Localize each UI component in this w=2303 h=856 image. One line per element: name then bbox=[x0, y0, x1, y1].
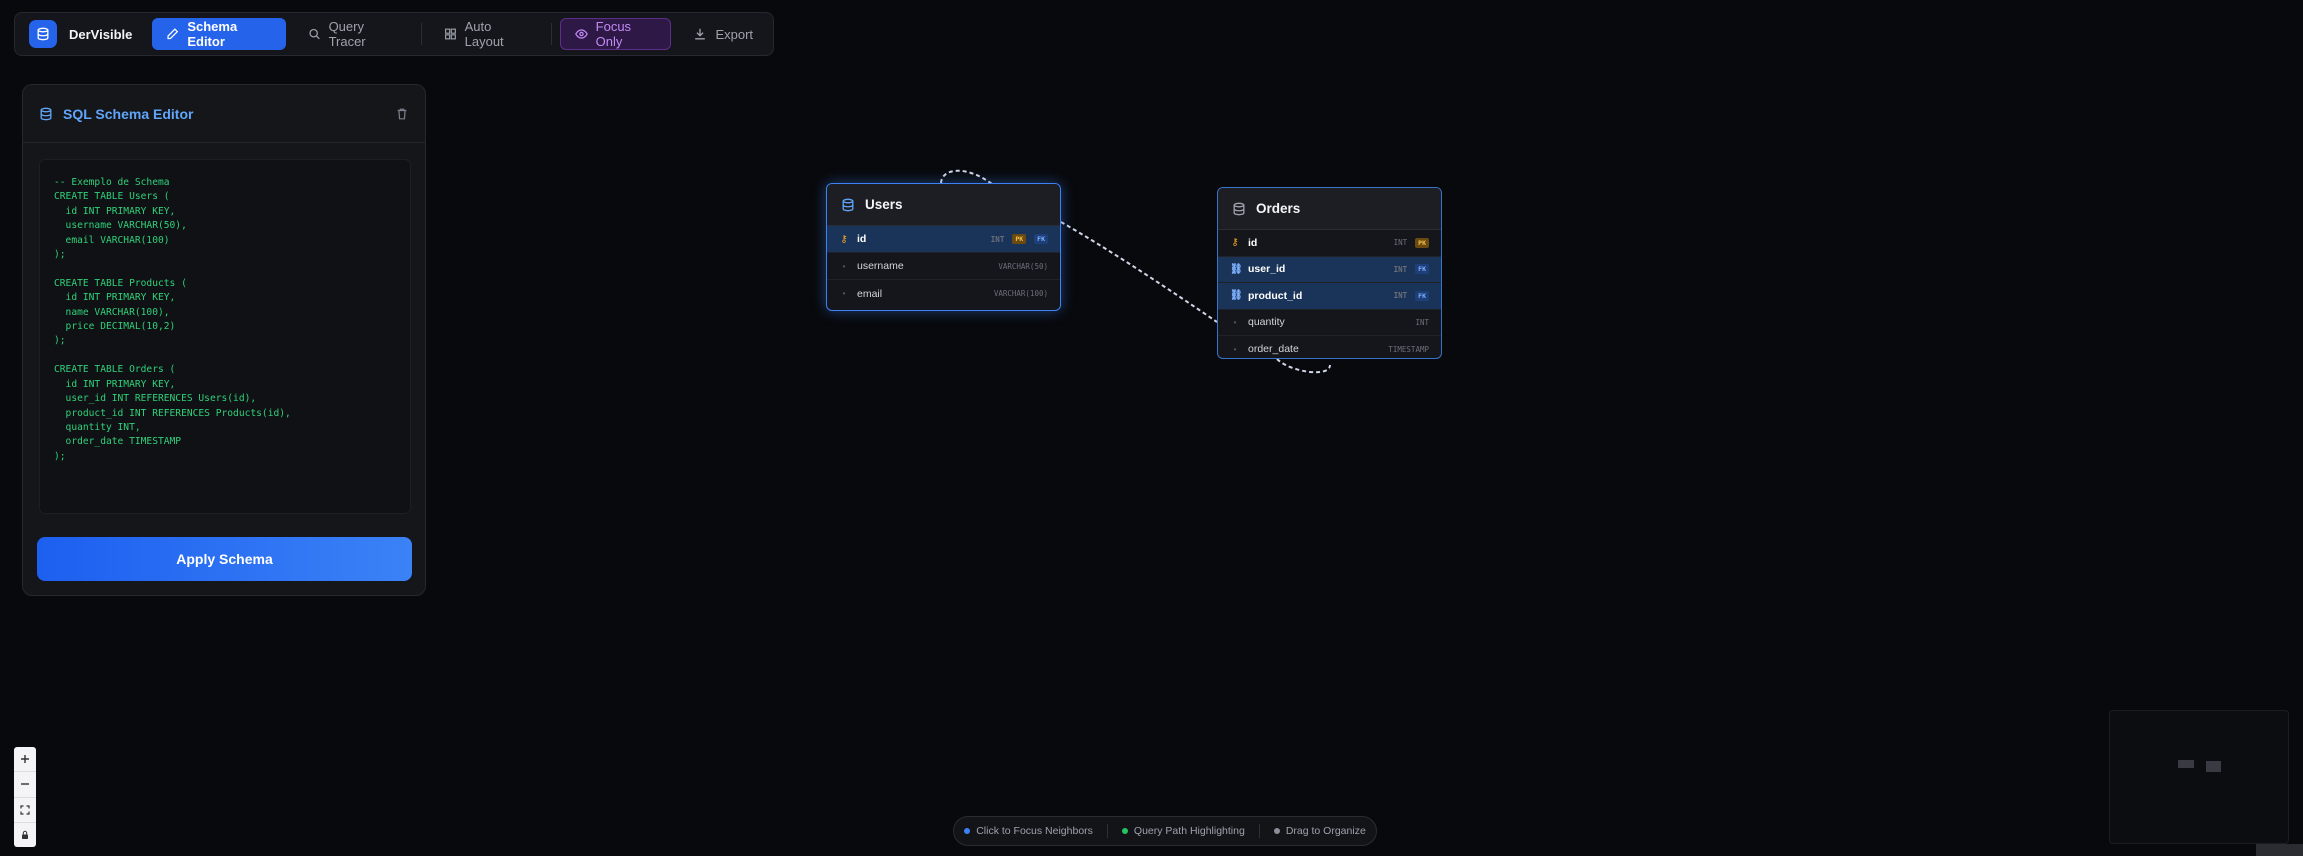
legend-item-drag: Drag to Organize bbox=[1273, 825, 1366, 837]
column-name: quantity bbox=[1248, 316, 1285, 329]
green-dot-icon bbox=[1121, 828, 1128, 834]
table-header: Orders bbox=[1218, 188, 1441, 230]
column-dot-icon: • bbox=[842, 261, 846, 271]
legend-label: Query Path Highlighting bbox=[1133, 825, 1245, 837]
column-name: user_id bbox=[1248, 263, 1286, 276]
link-icon: ⛓ bbox=[1230, 290, 1243, 302]
zoom-controls bbox=[14, 747, 36, 847]
column-dot-icon: • bbox=[1233, 317, 1237, 327]
column-row[interactable]: • email VARCHAR(100) bbox=[827, 280, 1060, 307]
minimap-node-users bbox=[2178, 760, 2194, 768]
zoom-in-button[interactable] bbox=[14, 747, 36, 773]
column-type: INT bbox=[1393, 238, 1408, 248]
plus-icon bbox=[21, 755, 29, 764]
lock-button[interactable] bbox=[14, 823, 36, 847]
database-icon bbox=[1233, 202, 1245, 215]
minimap[interactable] bbox=[2109, 710, 2289, 844]
legend-label: Drag to Organize bbox=[1285, 825, 1366, 837]
legend-item-query: Query Path Highlighting bbox=[1121, 825, 1245, 837]
table-node-orders[interactable]: Orders ⚷ id INT PK ⛓ user_id INT FK ⛓ pr… bbox=[1217, 187, 1442, 359]
link-icon: ⛓ bbox=[1230, 263, 1243, 275]
column-row[interactable]: ⚷ id INT PK bbox=[1218, 230, 1441, 257]
column-type: VARCHAR(100) bbox=[993, 289, 1048, 298]
column-row[interactable]: • quantity INT bbox=[1218, 310, 1441, 336]
fk-badge: FK bbox=[1034, 234, 1048, 244]
table-node-users[interactable]: Users ⚷ id INT PK FK • username VARCHAR(… bbox=[826, 183, 1061, 311]
attribution-corner bbox=[2256, 844, 2303, 856]
column-row[interactable]: ⛓ product_id INT FK bbox=[1218, 283, 1441, 310]
edge-orders-loop bbox=[1276, 358, 1331, 374]
column-dot-icon: • bbox=[1233, 344, 1237, 354]
edge-users-orders bbox=[1060, 221, 1218, 323]
column-type: TIMESTAMP bbox=[1388, 344, 1429, 354]
pk-badge: PK bbox=[1012, 234, 1027, 244]
column-type: INT bbox=[990, 234, 1005, 244]
minimap-node-orders bbox=[2206, 761, 2221, 772]
column-dot-icon: • bbox=[842, 289, 846, 298]
blue-dot-icon bbox=[964, 828, 971, 834]
gray-dot-icon bbox=[1273, 828, 1280, 834]
column-type: INT bbox=[1393, 291, 1408, 301]
relationship-edges bbox=[940, 169, 1331, 374]
pk-badge: PK bbox=[1415, 237, 1429, 248]
column-name: id bbox=[857, 233, 867, 245]
table-title: Users bbox=[865, 197, 903, 212]
column-row[interactable]: ⚷ id INT PK FK bbox=[827, 226, 1060, 253]
column-type: INT bbox=[1393, 264, 1408, 274]
key-icon: ⚷ bbox=[840, 233, 848, 245]
column-name: order_date bbox=[1248, 343, 1299, 356]
zoom-out-button[interactable] bbox=[14, 772, 36, 798]
legend-bar: Click to Focus Neighbors Query Path High… bbox=[953, 816, 1377, 846]
edge-users-self bbox=[940, 169, 993, 185]
legend-label: Click to Focus Neighbors bbox=[976, 825, 1093, 837]
column-name: email bbox=[857, 287, 883, 300]
lock-icon bbox=[22, 830, 28, 839]
column-row[interactable]: • order_date TIMESTAMP bbox=[1218, 336, 1441, 358]
column-row[interactable]: • username VARCHAR(50) bbox=[827, 253, 1060, 280]
table-header: Users bbox=[827, 184, 1060, 226]
fk-badge: FK bbox=[1415, 264, 1429, 275]
column-name: product_id bbox=[1248, 289, 1303, 302]
column-type: VARCHAR(50) bbox=[998, 261, 1048, 271]
database-icon bbox=[842, 198, 854, 211]
key-icon: ⚷ bbox=[1231, 237, 1239, 249]
minus-icon bbox=[21, 783, 29, 786]
fit-view-icon bbox=[20, 805, 30, 815]
column-name: username bbox=[857, 260, 904, 272]
column-name: id bbox=[1248, 236, 1258, 249]
legend-divider bbox=[1258, 824, 1260, 838]
fit-view-button[interactable] bbox=[14, 798, 36, 823]
column-row[interactable]: ⛓ user_id INT FK bbox=[1218, 256, 1441, 283]
fk-badge: FK bbox=[1415, 290, 1429, 301]
legend-item-focus: Click to Focus Neighbors bbox=[964, 825, 1093, 837]
legend-divider bbox=[1106, 824, 1108, 838]
table-title: Orders bbox=[1256, 201, 1301, 216]
column-type: INT bbox=[1415, 317, 1429, 327]
